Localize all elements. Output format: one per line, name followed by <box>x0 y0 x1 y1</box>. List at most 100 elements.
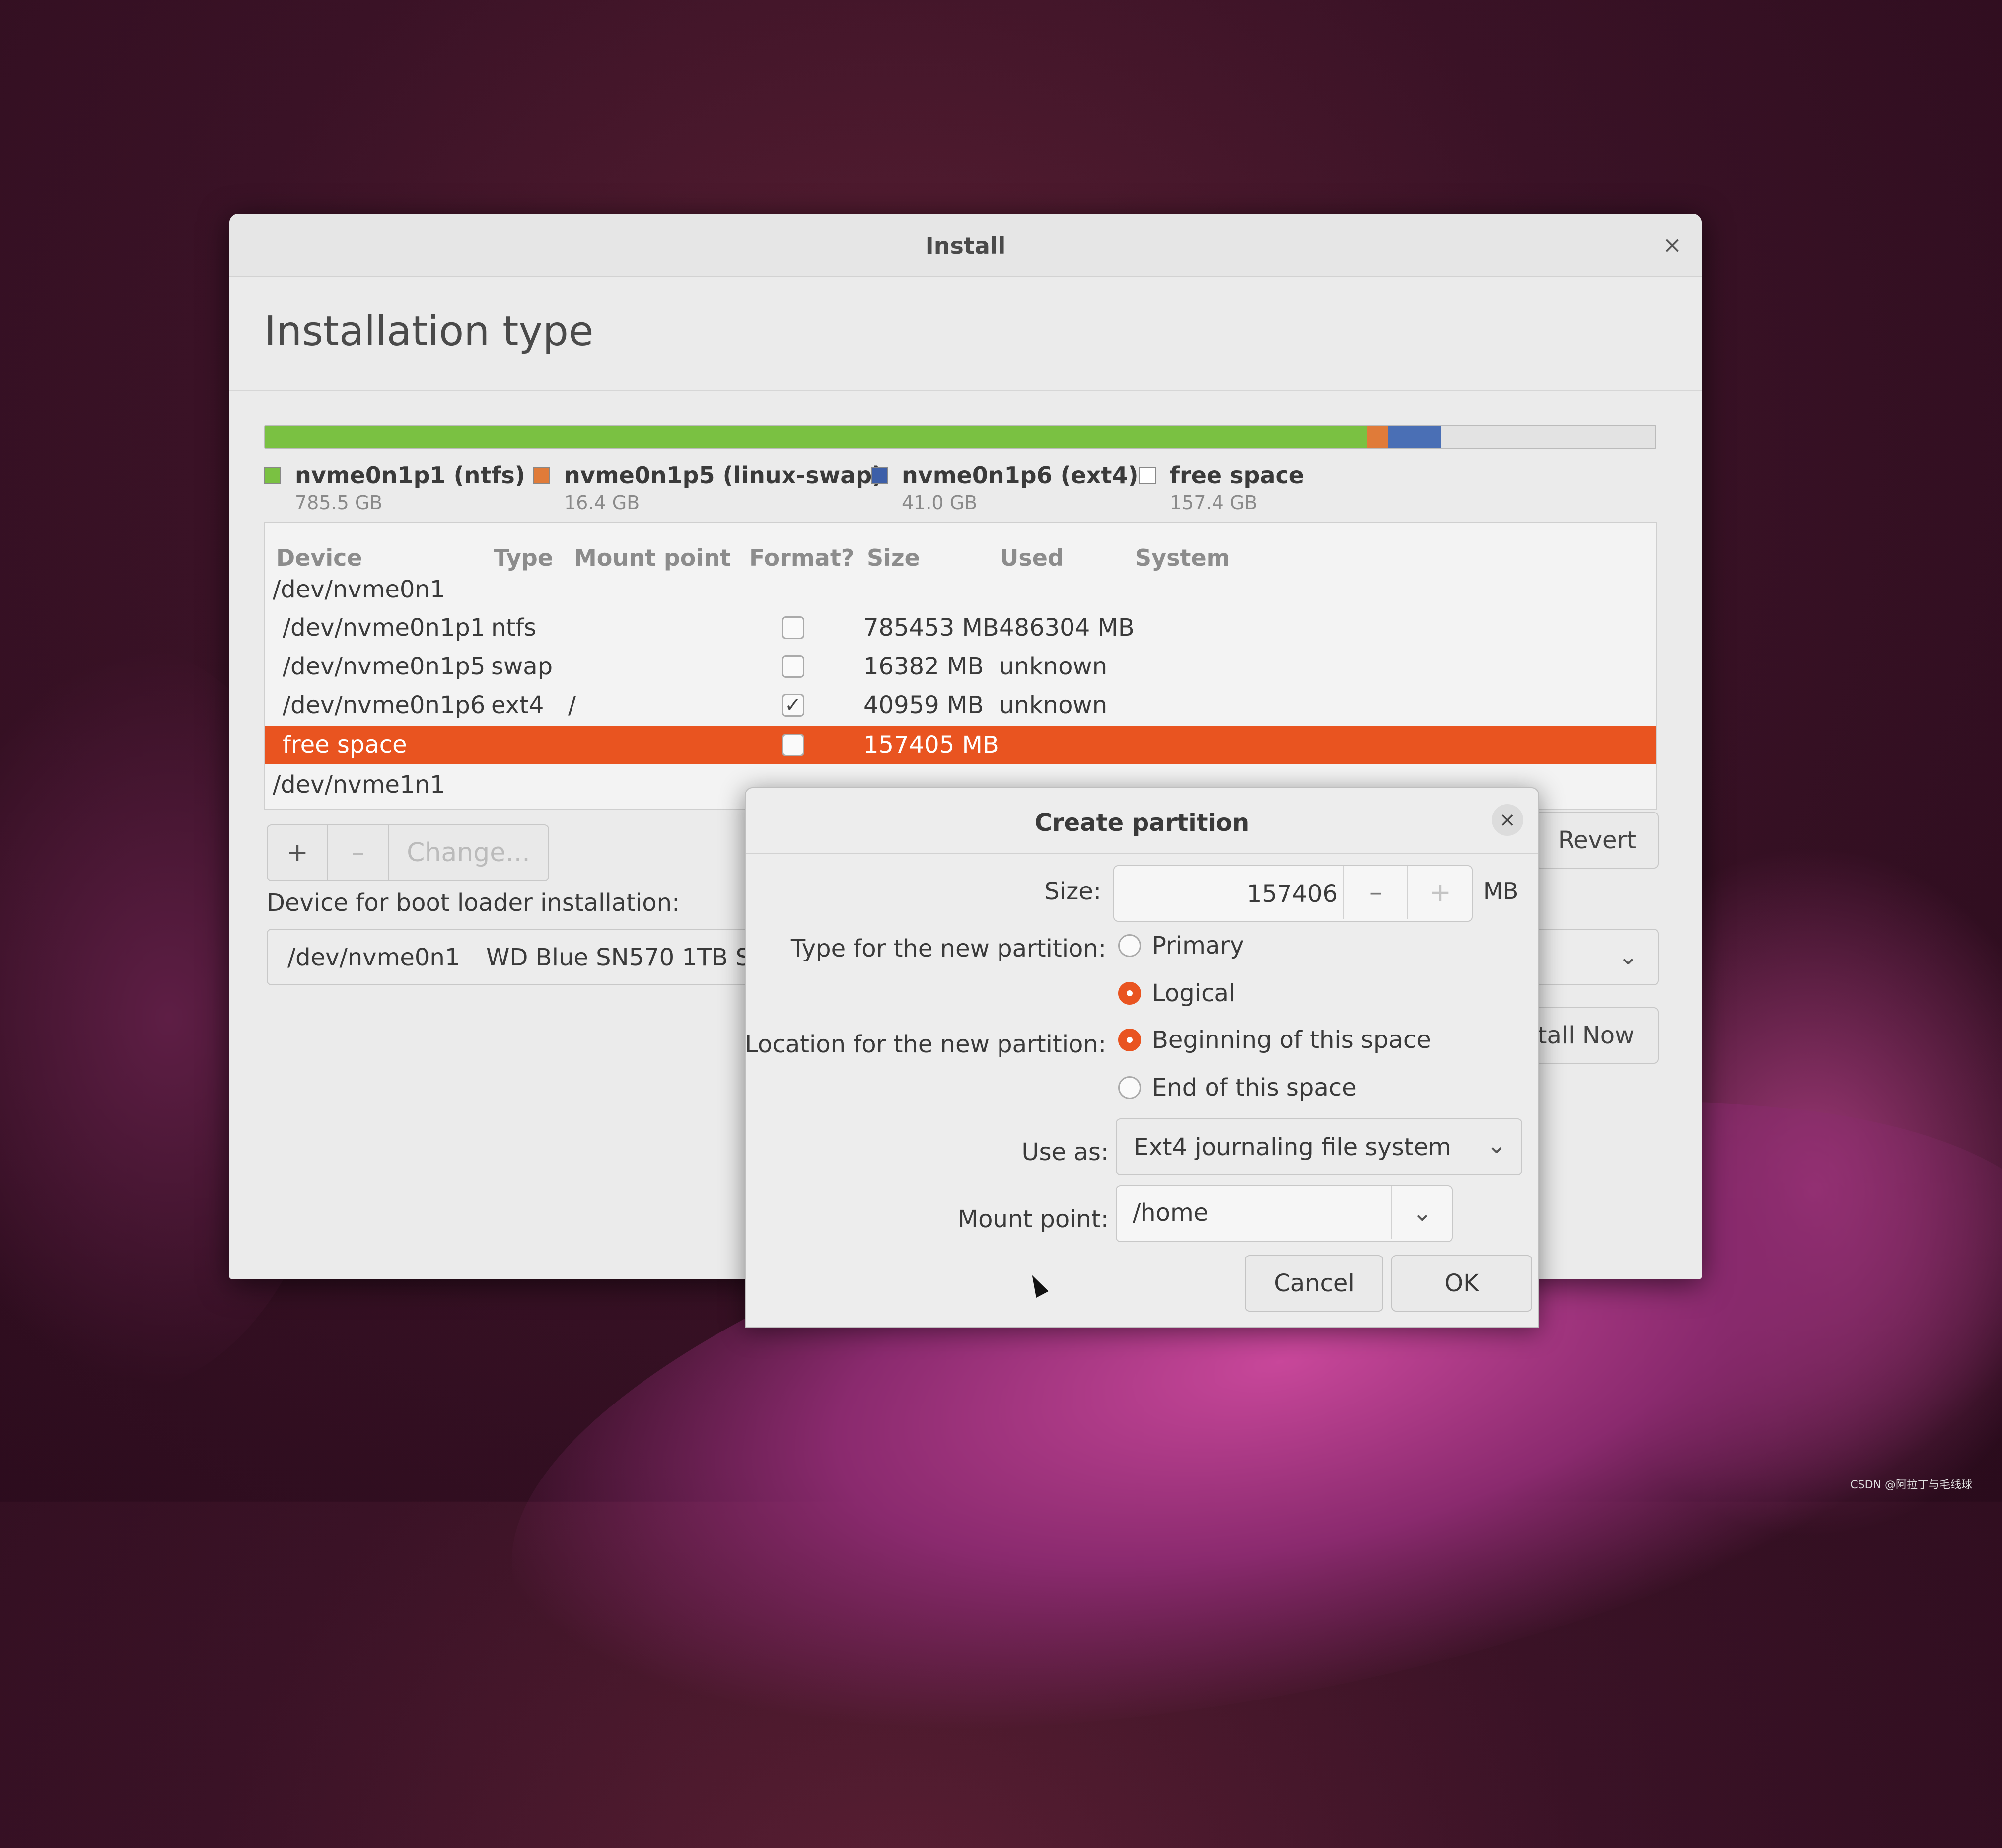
dialog-title: Create partition <box>1034 809 1250 837</box>
disk-bar-segment <box>1388 426 1441 448</box>
cell-device: /dev/nvme0n1p1 <box>283 614 486 642</box>
table-row[interactable]: /dev/nvme0n1p6 ext4 / ✓ 40959 MB unknown <box>265 686 1656 724</box>
cell-device: /dev/nvme1n1 <box>273 771 445 799</box>
format-checkbox[interactable] <box>782 655 804 678</box>
create-partition-dialog: Create partition × Size: 157406 – + MB T… <box>745 787 1539 1328</box>
format-checkbox[interactable] <box>782 734 804 756</box>
radio-button[interactable] <box>1118 934 1141 957</box>
remove-partition-button[interactable]: – <box>328 825 389 880</box>
cell-size: 157405 MB <box>863 731 999 759</box>
partition-legend: nvme0n1p1 (ntfs) 785.5 GB nvme0n1p5 (lin… <box>264 462 1654 517</box>
legend-size: 16.4 GB <box>564 492 640 514</box>
watermark: CSDN @阿拉丁与毛线球 <box>1850 1479 1972 1491</box>
legend-size: 41.0 GB <box>902 492 978 514</box>
legend-name: nvme0n1p6 (ext4) <box>902 462 1139 489</box>
radio-button[interactable] <box>1118 1076 1141 1099</box>
increase-size-button[interactable]: + <box>1407 866 1473 919</box>
cell-device: /dev/nvme0n1p6 <box>283 691 486 719</box>
radio-label: Primary <box>1152 932 1244 960</box>
change-partition-button[interactable]: Change... <box>389 825 548 880</box>
dialog-titlebar: Create partition × <box>746 788 1538 854</box>
cell-mount: / <box>568 691 576 719</box>
cancel-button[interactable]: Cancel <box>1245 1255 1383 1312</box>
radio-button-selected[interactable] <box>1118 982 1141 1005</box>
partition-table: Device Type Mount point Format? Size Use… <box>264 522 1657 810</box>
window-titlebar: Install × <box>229 214 1702 277</box>
use-as-label: Use as: <box>1021 1138 1109 1166</box>
use-as-value: Ext4 journaling file system <box>1134 1133 1451 1161</box>
location-label: Location for the new partition: <box>745 1031 1106 1058</box>
type-label: Type for the new partition: <box>790 935 1106 962</box>
radio-label: Beginning of this space <box>1152 1026 1431 1054</box>
disk-bar-segment <box>1367 426 1389 448</box>
radio-end[interactable]: End of this space <box>1118 1070 1357 1105</box>
radio-beginning[interactable]: Beginning of this space <box>1118 1023 1431 1057</box>
chevron-down-icon[interactable]: ⌄ <box>1391 1186 1452 1239</box>
legend-swatch <box>264 467 281 484</box>
close-icon[interactable]: × <box>1662 231 1682 258</box>
col-header-device[interactable]: Device <box>276 544 362 571</box>
cell-device: /dev/nvme0n1 <box>273 576 445 603</box>
radio-label: Logical <box>1152 979 1236 1007</box>
use-as-combo[interactable]: Ext4 journaling file system ⌄ <box>1116 1118 1522 1175</box>
partition-button-group: + – Change... <box>267 824 549 881</box>
col-header-format[interactable]: Format? <box>749 544 855 571</box>
page-title: Installation type <box>264 308 594 355</box>
divider <box>229 390 1702 391</box>
col-header-used[interactable]: Used <box>1000 544 1064 571</box>
mount-point-label: Mount point: <box>957 1205 1109 1233</box>
boot-loader-label: Device for boot loader installation: <box>267 889 680 917</box>
legend-name: nvme0n1p5 (linux-swap) <box>564 462 883 489</box>
table-row[interactable]: /dev/nvme0n1p1 ntfs 785453 MB 486304 MB <box>265 609 1656 647</box>
decrease-size-button[interactable]: – <box>1343 866 1408 919</box>
mount-point-input[interactable] <box>1132 1197 1382 1228</box>
revert-button[interactable]: Revert <box>1535 812 1659 869</box>
legend-size: 785.5 GB <box>295 492 383 514</box>
window-title: Install <box>925 232 1006 259</box>
col-header-size[interactable]: Size <box>867 544 920 571</box>
cell-type: ntfs <box>491 614 537 642</box>
legend-swatch <box>1139 467 1156 484</box>
cell-size: 40959 MB <box>863 691 984 719</box>
cell-size: 16382 MB <box>863 653 984 680</box>
cell-used: 486304 MB <box>999 614 1135 642</box>
legend-size: 157.4 GB <box>1170 492 1258 514</box>
ok-button[interactable]: OK <box>1391 1255 1532 1312</box>
radio-label: End of this space <box>1152 1074 1357 1102</box>
size-unit: MB <box>1483 878 1519 904</box>
table-row-selected[interactable]: free space 157405 MB <box>265 726 1656 764</box>
col-header-system[interactable]: System <box>1135 544 1230 571</box>
col-header-mount[interactable]: Mount point <box>574 544 731 571</box>
chevron-down-icon: ⌄ <box>1618 943 1638 970</box>
col-header-type[interactable]: Type <box>494 544 553 571</box>
legend-swatch <box>533 467 550 484</box>
disk-bar-segment <box>1441 426 1655 448</box>
disk-bar-segment <box>265 426 1367 448</box>
close-icon[interactable]: × <box>1492 804 1523 836</box>
table-row-disk[interactable]: /dev/nvme0n1 <box>265 571 1656 608</box>
legend-name: free space <box>1170 462 1304 489</box>
radio-button-selected[interactable] <box>1118 1029 1141 1051</box>
chevron-down-icon: ⌄ <box>1486 1131 1506 1159</box>
cell-type: ext4 <box>491 691 544 719</box>
cell-used: unknown <box>999 653 1108 680</box>
size-label: Size: <box>1044 878 1101 905</box>
boot-device: /dev/nvme0n1 <box>287 944 460 971</box>
disk-usage-bar <box>264 425 1656 449</box>
size-spinbutton[interactable]: 157406 – + <box>1113 865 1473 922</box>
mount-point-combo[interactable]: ⌄ <box>1116 1185 1453 1242</box>
format-checkbox[interactable]: ✓ <box>782 694 804 717</box>
format-checkbox[interactable] <box>782 616 804 639</box>
radio-primary[interactable]: Primary <box>1118 928 1244 963</box>
size-value[interactable]: 157406 <box>1114 880 1338 908</box>
cell-size: 785453 MB <box>863 614 999 642</box>
legend-swatch <box>871 467 888 484</box>
boot-device-model: WD Blue SN570 1TB SS <box>486 944 766 971</box>
table-row[interactable]: /dev/nvme0n1p5 swap 16382 MB unknown <box>265 648 1656 685</box>
cell-used: unknown <box>999 691 1108 719</box>
radio-logical[interactable]: Logical <box>1118 976 1235 1011</box>
cell-type: swap <box>491 653 553 680</box>
add-partition-button[interactable]: + <box>268 825 328 880</box>
legend-name: nvme0n1p1 (ntfs) <box>295 462 525 489</box>
cell-device: /dev/nvme0n1p5 <box>283 653 486 680</box>
